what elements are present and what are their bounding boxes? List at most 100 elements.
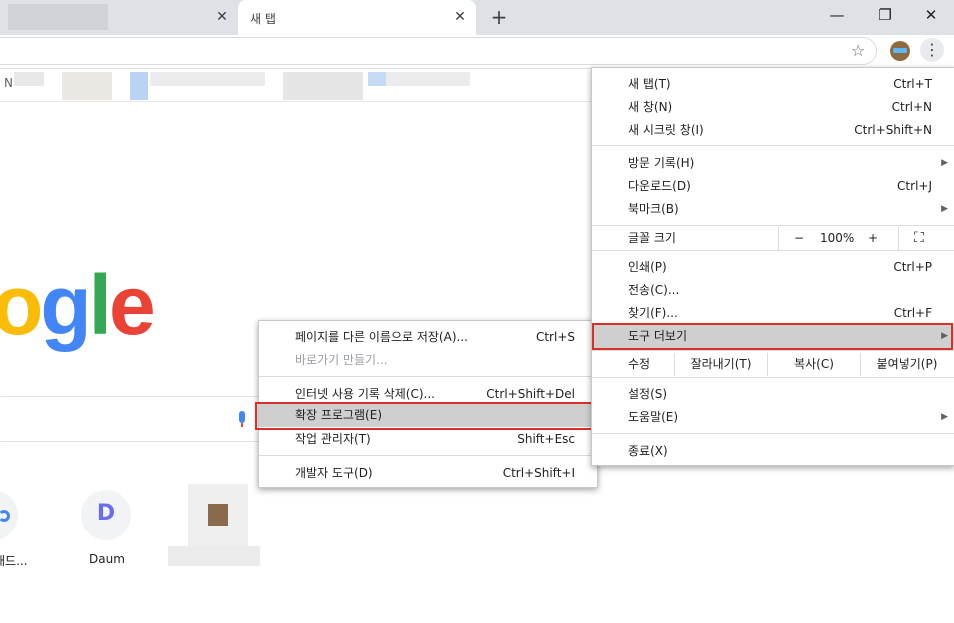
submenu-arrow-icon: ▶ [941, 204, 948, 214]
shortcut-label[interactable]: 패드... [0, 552, 28, 569]
search-input[interactable] [0, 396, 282, 442]
menu-item-shortcut: Ctrl+Shift+N [854, 123, 932, 137]
menu-separator [592, 145, 954, 146]
bookmark-label[interactable]: N [4, 76, 13, 90]
menu-separator [592, 350, 954, 351]
shortcut-tile[interactable] [0, 490, 18, 540]
menu-item-label: 전송(C)... [628, 283, 680, 297]
menu-item-developer-tools[interactable]: 개발자 도구(D) Ctrl+Shift+I [259, 462, 597, 485]
paste-button[interactable]: 붙여넣기(P) [860, 353, 953, 376]
toolbar: ☆ ⋮ [0, 35, 954, 69]
tab-previous[interactable]: ✕ [0, 0, 238, 35]
menu-item-shortcut: Ctrl+N [891, 100, 932, 114]
menu-item-shortcut: Ctrl+T [893, 77, 932, 91]
menu-item-history[interactable]: 방문 기록(H) ▶ [592, 152, 954, 175]
menu-item-print[interactable]: 인쇄(P) Ctrl+P [592, 256, 954, 279]
bookmark-item-blurred[interactable] [14, 72, 44, 86]
menu-item-shortcut: Shift+Esc [517, 432, 575, 446]
menu-item-task-manager[interactable]: 작업 관리자(T) Shift+Esc [259, 428, 597, 451]
tab-close-icon[interactable]: ✕ [214, 9, 230, 25]
bookmark-star-icon[interactable]: ☆ [851, 41, 865, 60]
bookmark-item-blurred[interactable] [283, 72, 363, 100]
bookmark-item-blurred[interactable] [386, 72, 470, 86]
google-logo: ogle [0, 255, 156, 355]
daum-icon: D [96, 501, 116, 526]
zoom-label: 글꼴 크기 [628, 231, 676, 245]
chrome-main-menu: 새 탭(T) Ctrl+T 새 창(N) Ctrl+N 새 시크릿 창(I) C… [591, 67, 954, 466]
menu-item-label: 작업 관리자(T) [295, 432, 371, 446]
highlight-box [592, 323, 953, 350]
bookmark-item-blurred[interactable] [368, 72, 386, 86]
edit-row: 수정 잘라내기(T) 복사(C) 붙여넣기(P) [592, 353, 954, 376]
tools-submenu: 페이지를 다른 이름으로 저장(A)... Ctrl+S 바로가기 만들기...… [255, 320, 598, 488]
address-bar[interactable] [0, 37, 877, 65]
zoom-in-button[interactable]: + [868, 227, 878, 250]
tab-favicon-blurred [8, 4, 108, 30]
menu-item-save-page[interactable]: 페이지를 다른 이름으로 저장(A)... Ctrl+S [259, 326, 597, 349]
paste-label: 붙여넣기(P) [876, 357, 938, 371]
menu-item-find[interactable]: 찾기(F)... Ctrl+F [592, 302, 954, 325]
copy-label: 복사(C) [794, 357, 834, 371]
tab-strip: ✕ 새 탭 ✕ + — ❐ ✕ [0, 0, 954, 35]
menu-separator [592, 225, 954, 226]
profile-avatar[interactable] [890, 41, 910, 61]
menu-item-bookmarks[interactable]: 북마크(B) ▶ [592, 198, 954, 221]
shortcut-tile-blurred[interactable] [168, 484, 260, 566]
menu-item-new-tab[interactable]: 새 탭(T) Ctrl+T [592, 73, 954, 96]
bookmark-item-blurred[interactable] [150, 72, 265, 86]
menu-item-label: 바로가기 만들기... [295, 353, 388, 367]
menu-item-label: 다운로드(D) [628, 179, 691, 193]
menu-item-label: 새 탭(T) [628, 77, 671, 91]
tab-title: 새 탭 [250, 12, 276, 26]
cut-button[interactable]: 잘라내기(T) [674, 353, 767, 376]
submenu-arrow-icon: ▶ [941, 412, 948, 422]
logo-letter: g [40, 258, 91, 352]
menu-item-shortcut: Ctrl+Shift+I [502, 466, 575, 480]
copy-button[interactable]: 복사(C) [767, 353, 860, 376]
restore-button[interactable]: ❐ [870, 4, 900, 26]
menu-item-help[interactable]: 도움말(E) ▶ [592, 406, 954, 429]
edit-label: 수정 [628, 357, 651, 371]
menu-item-label: 찾기(F)... [628, 306, 678, 320]
menu-item-label: 설정(S) [628, 387, 668, 401]
menu-item-exit[interactable]: 종료(X) [592, 440, 954, 463]
logo-letter: e [108, 258, 156, 352]
menu-item-label: 개발자 도구(D) [295, 466, 373, 480]
menu-item-label: 종료(X) [628, 444, 668, 458]
menu-item-cast[interactable]: 전송(C)... [592, 279, 954, 302]
tab-new-tab[interactable]: 새 탭 ✕ [238, 0, 476, 35]
menu-item-label: 새 시크릿 창(I) [628, 123, 704, 137]
menu-item-create-shortcut[interactable]: 바로가기 만들기... [259, 349, 597, 372]
logo-letter: o [0, 258, 43, 352]
microphone-icon[interactable] [239, 411, 245, 423]
fullscreen-icon[interactable]: ⛶ [914, 227, 924, 250]
menu-item-new-window[interactable]: 새 창(N) Ctrl+N [592, 96, 954, 119]
menu-item-shortcut: Ctrl+S [535, 330, 575, 344]
menu-item-label: 방문 기록(H) [628, 156, 695, 170]
menu-item-settings[interactable]: 설정(S) [592, 383, 954, 406]
highlight-box [255, 402, 597, 430]
menu-item-incognito[interactable]: 새 시크릿 창(I) Ctrl+Shift+N [592, 119, 954, 142]
zoom-level: 100% [820, 231, 855, 245]
logo-letter: l [88, 258, 112, 352]
chrome-menu-button[interactable]: ⋮ [920, 38, 944, 62]
new-tab-button[interactable]: + [488, 6, 510, 28]
menu-item-label: 북마크(B) [628, 202, 679, 216]
menu-separator [592, 377, 954, 378]
menu-item-label: 페이지를 다른 이름으로 저장(A)... [295, 330, 468, 344]
menu-item-shortcut: Ctrl+P [893, 260, 932, 274]
menu-separator [259, 455, 597, 456]
zoom-out-button[interactable]: − [794, 227, 804, 250]
bookmark-item-blurred[interactable] [130, 72, 148, 100]
bookmark-item-blurred[interactable] [62, 72, 112, 100]
menu-separator [259, 376, 597, 377]
submenu-arrow-icon: ▶ [941, 158, 948, 168]
minimize-button[interactable]: — [822, 4, 852, 26]
shortcut-tile-daum[interactable]: D [81, 490, 131, 540]
tab-close-icon[interactable]: ✕ [452, 9, 468, 25]
menu-item-downloads[interactable]: 다운로드(D) Ctrl+J [592, 175, 954, 198]
menu-item-label: 인쇄(P) [628, 260, 667, 274]
menu-item-label: 새 창(N) [628, 100, 673, 114]
close-window-button[interactable]: ✕ [916, 4, 946, 26]
shortcut-label[interactable]: Daum [89, 552, 125, 566]
